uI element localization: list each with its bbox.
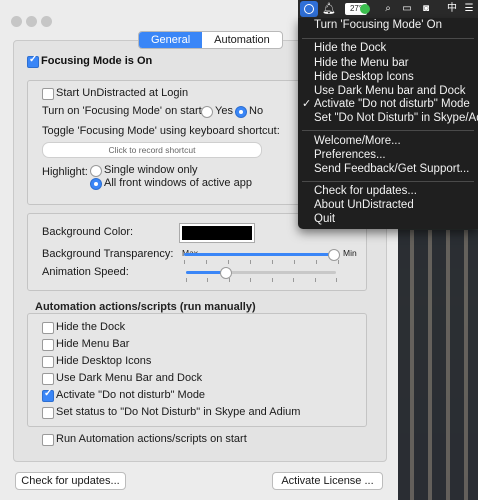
run-on-start-label: Run Automation actions/scripts on start: [56, 433, 247, 445]
slider-tick: [206, 260, 207, 264]
turn-on-start-label: Turn on 'Focusing Mode' on start:: [42, 105, 205, 117]
tab-automation[interactable]: Automation: [202, 32, 282, 48]
menu-item-hide-menu-bar[interactable]: Hide the Menu bar: [314, 56, 409, 71]
display-icon[interactable]: ◙: [419, 2, 433, 16]
action-hide-dock-label: Hide the Dock: [56, 321, 126, 333]
turn-on-start-no-radio[interactable]: [235, 106, 247, 118]
highlight-single-radio[interactable]: [90, 165, 102, 177]
slider-tick: [293, 278, 295, 282]
slider-tick: [316, 260, 317, 264]
undistracted-menubar-icon[interactable]: [300, 1, 318, 17]
action-hide-desktop-icons-checkbox[interactable]: [42, 356, 54, 368]
action-hide-menubar-label: Hide Menu Bar: [56, 338, 130, 350]
notification-bell-icon[interactable]: 🔔︎: [322, 2, 336, 16]
action-dark-menubar-label: Use Dark Menu Bar and Dock: [56, 372, 203, 384]
turn-on-start-no-label: No: [249, 105, 264, 117]
menu-item-do-not-disturb[interactable]: Activate "Do not disturb" Mode: [314, 97, 470, 112]
slider-tick: [338, 260, 339, 264]
slider-tick: [250, 260, 251, 264]
action-do-not-disturb-checkbox[interactable]: [42, 388, 54, 402]
menu-item-skype-adium[interactable]: Set "Do Not Disturb" in Skype/Adiu: [314, 111, 478, 126]
focusing-mode-checkbox[interactable]: [27, 54, 39, 68]
menu-item-turn-focusing-mode-on[interactable]: Turn 'Focusing Mode' On: [314, 18, 442, 33]
slider-tick: [272, 260, 273, 264]
minimize-window-button[interactable]: [26, 16, 37, 27]
highlight-all-radio[interactable]: [90, 178, 102, 190]
status-green-icon: [360, 4, 370, 14]
action-do-not-disturb-label: Activate "Do not disturb" Mode: [56, 389, 206, 401]
highlight-all-label: All front windows of active app: [104, 177, 252, 189]
toggle-shortcut-label: Toggle 'Focusing Mode' using keyboard sh…: [42, 125, 280, 137]
action-hide-desktop-icons-label: Hide Desktop Icons: [56, 355, 152, 367]
focusing-mode-label: Focusing Mode is On: [41, 55, 153, 67]
slider-tick: [184, 260, 185, 264]
menu-item-welcome[interactable]: Welcome/More...: [314, 134, 401, 149]
menu-item-send-feedback[interactable]: Send Feedback/Get Support...: [314, 162, 469, 177]
tab-bar: General Automation: [138, 31, 283, 49]
animation-speed-label: Animation Speed:: [42, 266, 129, 278]
activate-license-button[interactable]: Activate License ...: [272, 472, 383, 490]
menu-separator: [302, 38, 474, 39]
zoom-window-button[interactable]: [41, 16, 52, 27]
automation-section-title: Automation actions/scripts (run manually…: [35, 301, 256, 313]
close-window-button[interactable]: [11, 16, 22, 27]
slider-tick: [186, 278, 187, 282]
menu-item-quit[interactable]: Quit: [314, 212, 335, 227]
transparency-slider-fill: [184, 253, 334, 256]
record-shortcut-field[interactable]: Click to record shortcut: [42, 142, 262, 158]
slider-tick: [271, 278, 273, 282]
menu-separator: [302, 130, 474, 131]
slider-tick: [314, 278, 316, 282]
action-hide-menubar-checkbox[interactable]: [42, 339, 54, 351]
desktop-wallpaper-building: [396, 230, 478, 500]
slider-tick: [207, 278, 209, 282]
menu-item-about[interactable]: About UnDistracted: [314, 198, 414, 213]
check-for-updates-button[interactable]: Check for updates...: [15, 472, 126, 490]
background-color-label: Background Color:: [42, 226, 134, 238]
highlight-label: Highlight:: [42, 166, 88, 178]
menu-checkmark-icon: ✓: [302, 98, 312, 110]
start-at-login-checkbox[interactable]: [42, 88, 54, 100]
slider-tick: [228, 278, 230, 282]
menu-item-preferences[interactable]: Preferences...: [314, 148, 386, 163]
action-skype-adium-label: Set status to "Do Not Disturb" in Skype …: [56, 406, 301, 418]
start-at-login-label: Start UnDistracted at Login: [56, 87, 189, 99]
tab-general[interactable]: General: [139, 32, 203, 48]
spotlight-search-icon[interactable]: ⌕: [381, 2, 395, 16]
screen-mirroring-icon[interactable]: ▭: [400, 2, 414, 16]
slider-tick: [294, 260, 295, 264]
transparency-min-label: Min: [343, 248, 357, 258]
background-color-well[interactable]: [179, 223, 255, 243]
turn-on-start-yes-label: Yes: [215, 105, 233, 117]
action-skype-adium-checkbox[interactable]: [42, 407, 54, 419]
slider-tick: [336, 278, 337, 282]
run-on-start-checkbox[interactable]: [42, 434, 54, 446]
animation-speed-slider-knob[interactable]: [220, 267, 232, 279]
action-hide-dock-checkbox[interactable]: [42, 322, 54, 334]
highlight-single-label: Single window only: [104, 164, 198, 176]
menu-extras-icon[interactable]: ☰: [462, 2, 476, 16]
input-method-icon[interactable]: 中: [445, 2, 459, 16]
menu-separator: [302, 181, 474, 182]
transparency-label: Background Transparency:: [42, 248, 174, 260]
menu-item-check-updates[interactable]: Check for updates...: [314, 184, 417, 199]
action-dark-menubar-checkbox[interactable]: [42, 373, 54, 385]
menu-item-hide-desktop-icons[interactable]: Hide Desktop Icons: [314, 70, 414, 85]
slider-tick: [250, 278, 252, 282]
slider-tick: [228, 260, 229, 264]
turn-on-start-yes-radio[interactable]: [201, 106, 213, 118]
menu-item-hide-dock[interactable]: Hide the Dock: [314, 41, 386, 56]
